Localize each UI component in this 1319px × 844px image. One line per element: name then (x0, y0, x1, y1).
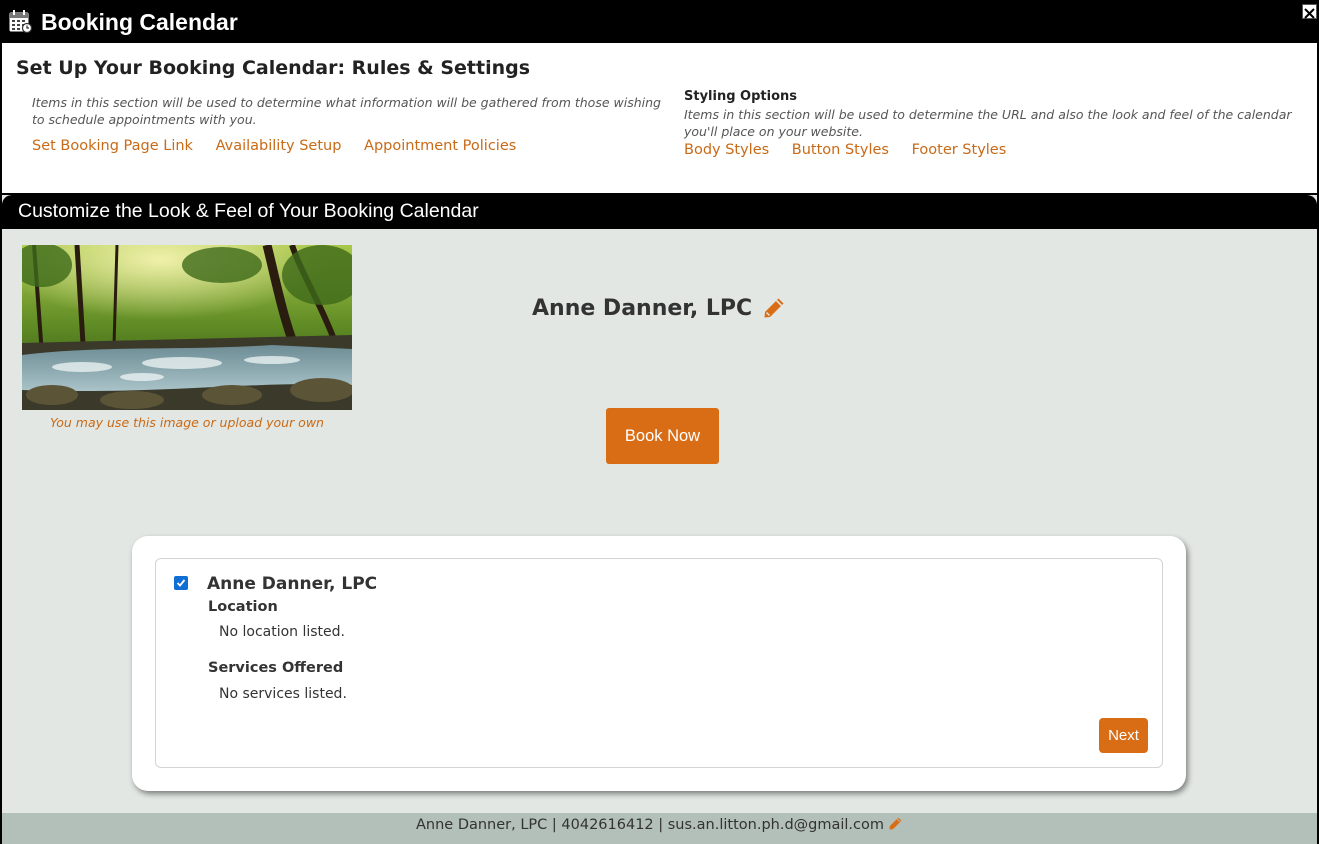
link-body-styles[interactable]: Body Styles (684, 142, 769, 158)
location-value: No location listed. (219, 624, 345, 640)
styling-options-heading: Styling Options (684, 89, 798, 104)
link-button-styles[interactable]: Button Styles (792, 142, 889, 158)
footer-contact-text: Anne Danner, LPC | 4042616412 | sus.an.l… (415, 817, 884, 833)
next-button[interactable]: Next (1099, 718, 1148, 753)
services-heading: Services Offered (208, 660, 344, 676)
link-set-booking-page[interactable]: Set Booking Page Link (32, 138, 193, 154)
provider-checkbox[interactable] (174, 576, 188, 590)
card-provider-name: Anne Danner, LPC (207, 574, 378, 594)
image-caption: You may use this image or upload your ow… (50, 415, 324, 430)
preview-footer: Anne Danner, LPC | 4042616412 | sus.an.l… (2, 813, 1317, 844)
setup-heading: Set Up Your Booking Calendar: Rules & Se… (16, 57, 531, 79)
rules-links: Set Booking Page Link Availability Setup… (32, 138, 534, 154)
book-now-button[interactable]: Book Now (606, 408, 719, 464)
services-value: No services listed. (219, 686, 347, 702)
window-titlebar: Booking Calendar (0, 0, 1319, 43)
close-button[interactable] (1302, 4, 1317, 19)
booking-card: Anne Danner, LPC Location No location li… (132, 536, 1186, 791)
close-icon (1304, 8, 1315, 19)
link-appointment-policies[interactable]: Appointment Policies (364, 138, 516, 154)
styling-links: Body Styles Button Styles Footer Styles (684, 142, 1024, 158)
pencil-icon[interactable] (888, 816, 903, 831)
rules-description: Items in this section will be used to de… (32, 95, 661, 127)
styling-description: Items in this section will be used to de… (684, 107, 1292, 139)
forest-stream-image (22, 245, 352, 410)
link-footer-styles[interactable]: Footer Styles (912, 142, 1007, 158)
window-title: Booking Calendar (41, 9, 238, 35)
customize-header: Customize the Look & Feel of Your Bookin… (2, 195, 1317, 229)
customize-heading: Customize the Look & Feel of Your Bookin… (18, 200, 479, 222)
provider-name: Anne Danner, LPC (532, 296, 753, 321)
location-heading: Location (208, 599, 278, 615)
link-availability-setup[interactable]: Availability Setup (216, 138, 342, 154)
header-image[interactable] (22, 245, 352, 410)
setup-panel: Set Up Your Booking Calendar: Rules & Se… (2, 43, 1317, 193)
checkmark-icon (176, 579, 186, 587)
calendar-preview: Customize the Look & Feel of Your Bookin… (2, 195, 1317, 844)
pencil-icon[interactable] (762, 296, 786, 320)
provider-panel: Anne Danner, LPC Location No location li… (155, 558, 1163, 768)
calendar-icon (9, 10, 32, 33)
